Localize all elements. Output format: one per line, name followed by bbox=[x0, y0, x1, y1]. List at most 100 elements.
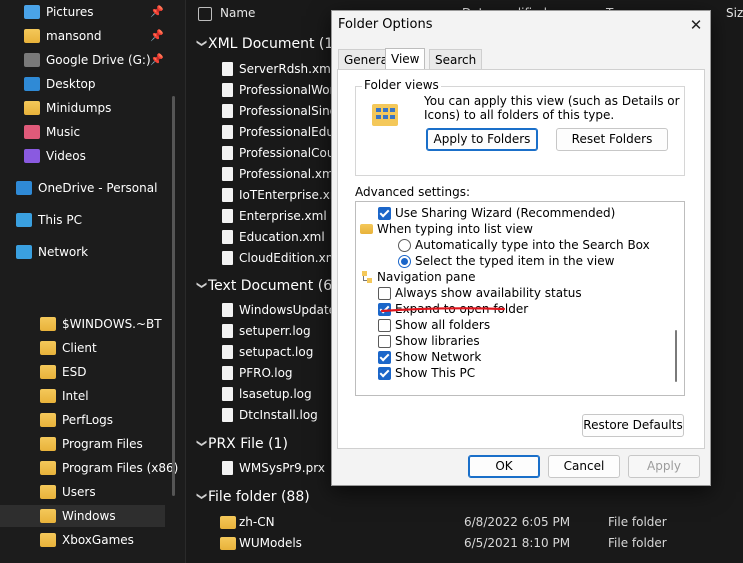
folder-icon bbox=[40, 461, 56, 475]
sidebar-item-client[interactable]: Client bbox=[0, 337, 165, 359]
group-label: XML Document (10) bbox=[208, 36, 348, 52]
sidebar-scrollbar[interactable] bbox=[172, 96, 175, 496]
pin-icon[interactable]: 📌 bbox=[150, 25, 164, 47]
document-icon bbox=[222, 188, 233, 202]
chevron-down-icon[interactable]: ❯ bbox=[190, 439, 212, 453]
checkbox-checked[interactable] bbox=[378, 367, 391, 380]
document-icon bbox=[222, 303, 233, 317]
file-name: Education.xml bbox=[239, 230, 325, 244]
group-header[interactable]: ❯File folder (88) bbox=[194, 486, 310, 508]
sidebar-item-label: Desktop bbox=[46, 77, 96, 91]
checkbox-unchecked[interactable] bbox=[378, 287, 391, 300]
sidebar-item-this-pc[interactable]: This PC bbox=[0, 209, 165, 231]
advanced-list-scrollbar[interactable] bbox=[675, 330, 677, 382]
folder-icon bbox=[40, 485, 56, 499]
folder-type: File folder bbox=[608, 536, 667, 550]
advanced-setting-label: Automatically type into the Search Box bbox=[415, 238, 650, 252]
close-icon[interactable]: ✕ bbox=[684, 13, 708, 37]
sidebar-item-mansond[interactable]: mansond 📌 bbox=[0, 25, 165, 47]
document-icon bbox=[222, 83, 233, 97]
sidebar-item-users[interactable]: Users bbox=[0, 481, 165, 503]
sidebar-item-google-drive-g[interactable]: Google Drive (G:) 📌 bbox=[0, 49, 165, 71]
navigation-tree-icon bbox=[360, 271, 372, 283]
file-name: ServerRdsh.xml bbox=[239, 62, 335, 76]
folder-date: 6/5/2021 8:10 PM bbox=[464, 536, 571, 550]
tab-search[interactable]: Search bbox=[429, 49, 483, 70]
chevron-down-icon[interactable]: ❯ bbox=[190, 39, 212, 53]
sidebar-item-label: Windows bbox=[62, 509, 116, 523]
document-icon bbox=[222, 366, 233, 380]
sidebar-item-pictures[interactable]: Pictures 📌 bbox=[0, 1, 165, 23]
drive-icon bbox=[24, 53, 40, 67]
sidebar-item-label: Music bbox=[46, 125, 81, 139]
sidebar-item-xboxgames[interactable]: XboxGames bbox=[0, 529, 165, 551]
apply-to-folders-button[interactable]: Apply to Folders bbox=[426, 128, 538, 151]
folder-date: 6/8/2022 6:05 PM bbox=[464, 515, 571, 529]
file-name: setuperr.log bbox=[239, 324, 311, 338]
red-underline-annotation bbox=[380, 307, 506, 313]
folder-icon bbox=[40, 389, 56, 403]
tab-view[interactable]: View bbox=[385, 48, 426, 71]
document-icon bbox=[222, 146, 233, 160]
sidebar-item-label: Users bbox=[62, 485, 96, 499]
document-icon bbox=[222, 167, 233, 181]
ok-button[interactable]: OK bbox=[468, 455, 540, 478]
group-header[interactable]: ❯Text Document (6) bbox=[194, 275, 338, 297]
dialog-title: Folder Options bbox=[338, 17, 433, 32]
column-header-size[interactable]: Size bbox=[726, 0, 743, 28]
sidebar-item-intel[interactable]: Intel bbox=[0, 385, 165, 407]
pin-icon[interactable]: 📌 bbox=[150, 1, 164, 23]
advanced-setting-label: When typing into list view bbox=[377, 222, 533, 236]
folder-icon bbox=[40, 365, 56, 379]
folder-views-legend: Folder views bbox=[362, 78, 441, 92]
sidebar-item-windows[interactable]: Windows bbox=[0, 505, 165, 527]
cancel-button[interactable]: Cancel bbox=[548, 455, 620, 478]
sidebar-item-program-files-x86[interactable]: Program Files (x86) bbox=[0, 457, 178, 479]
sidebar-item-label: mansond bbox=[46, 29, 102, 43]
chevron-down-icon[interactable]: ❯ bbox=[190, 281, 212, 295]
annotation-stroke bbox=[380, 307, 506, 313]
checkbox-unchecked[interactable] bbox=[378, 335, 391, 348]
file-name: Enterprise.xml bbox=[239, 209, 327, 223]
pin-icon[interactable]: 📌 bbox=[150, 49, 164, 71]
sidebar-item-desktop[interactable]: Desktop bbox=[0, 73, 165, 95]
reset-folders-button[interactable]: Reset Folders bbox=[556, 128, 668, 151]
group-label: Text Document (6) bbox=[208, 278, 338, 294]
sidebar-item-minidumps[interactable]: Minidumps bbox=[0, 97, 165, 119]
sidebar-item-windows-bt[interactable]: $WINDOWS.~BT bbox=[0, 313, 165, 335]
advanced-setting-label: Use Sharing Wizard (Recommended) bbox=[395, 206, 616, 220]
checkbox-checked[interactable] bbox=[378, 207, 391, 220]
document-icon bbox=[222, 461, 233, 475]
advanced-setting-label: Select the typed item in the view bbox=[415, 254, 615, 268]
restore-defaults-button[interactable]: Restore Defaults bbox=[582, 414, 684, 437]
radio-selected[interactable] bbox=[398, 255, 411, 268]
sidebar-item-esd[interactable]: ESD bbox=[0, 361, 165, 383]
folder-icon bbox=[220, 516, 236, 529]
folder-type: File folder bbox=[608, 515, 667, 529]
sidebar-item-program-files[interactable]: Program Files bbox=[0, 433, 165, 455]
advanced-setting-label: Always show availability status bbox=[395, 286, 582, 300]
group-label: PRX File (1) bbox=[208, 436, 288, 452]
chevron-down-icon[interactable]: ❯ bbox=[190, 492, 212, 506]
advanced-setting-label: Show libraries bbox=[395, 334, 480, 348]
sidebar-item-videos[interactable]: Videos bbox=[0, 145, 165, 167]
group-header[interactable]: ❯XML Document (10) bbox=[194, 33, 348, 55]
file-name: setupact.log bbox=[239, 345, 314, 359]
pictures-icon bbox=[24, 5, 40, 19]
sidebar-item-perflogs[interactable]: PerfLogs bbox=[0, 409, 165, 431]
sidebar-item-music[interactable]: Music bbox=[0, 121, 165, 143]
checkbox-checked[interactable] bbox=[378, 351, 391, 364]
apply-button: Apply bbox=[628, 455, 700, 478]
sidebar-item-network[interactable]: Network bbox=[0, 241, 165, 263]
checkbox-unchecked[interactable] bbox=[378, 319, 391, 332]
advanced-settings-list[interactable]: Use Sharing Wizard (Recommended) When typ… bbox=[355, 201, 685, 396]
folder-icon bbox=[360, 224, 373, 234]
select-all-checkbox[interactable] bbox=[198, 0, 212, 28]
column-header-name[interactable]: Name bbox=[220, 0, 255, 28]
sidebar-item-onedrive-personal[interactable]: OneDrive - Personal bbox=[0, 177, 165, 199]
group-header[interactable]: ❯PRX File (1) bbox=[194, 433, 288, 455]
folder-icon bbox=[40, 509, 56, 523]
document-icon bbox=[222, 387, 233, 401]
document-icon bbox=[222, 62, 233, 76]
radio-unselected[interactable] bbox=[398, 239, 411, 252]
